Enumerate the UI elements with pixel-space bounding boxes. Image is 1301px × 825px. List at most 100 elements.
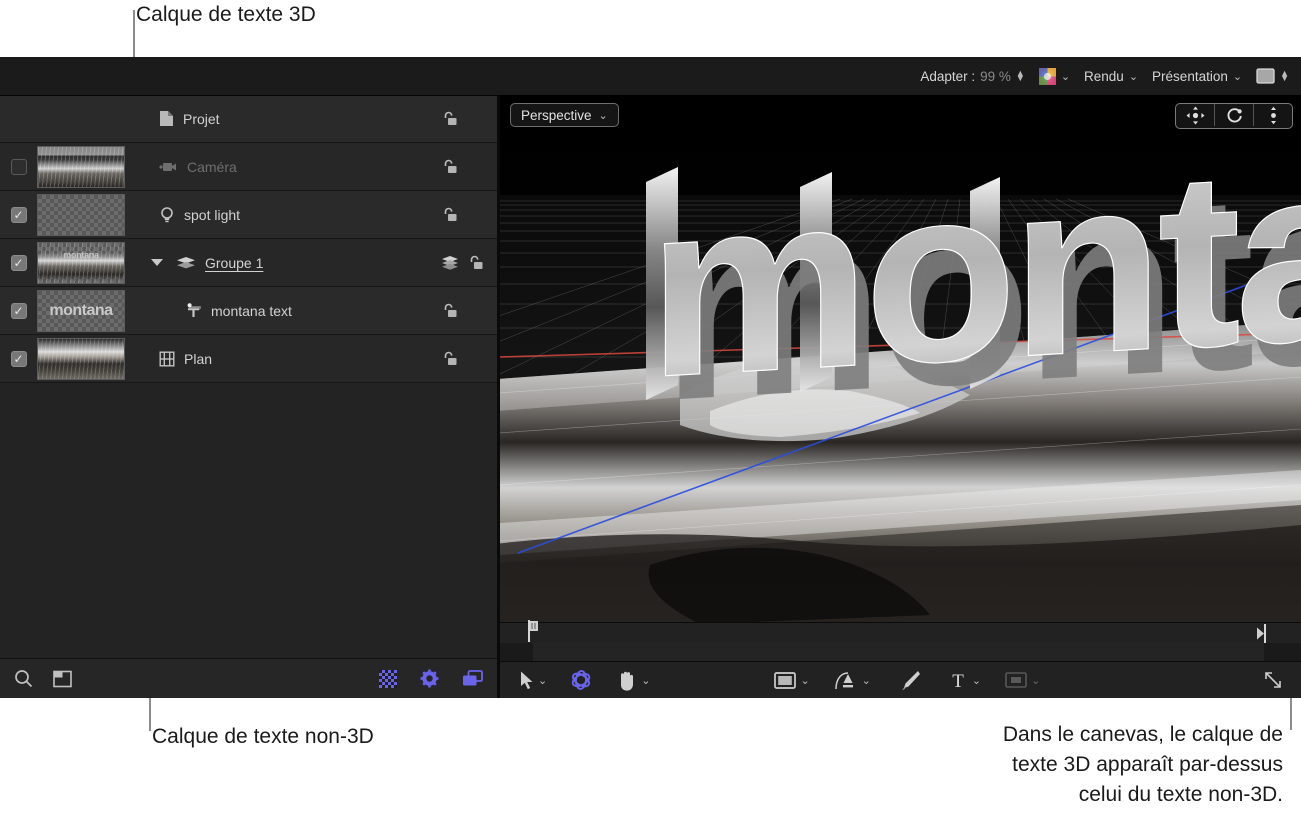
table-row[interactable]: ✓ montana montana text: [0, 287, 497, 335]
chevron-down-icon[interactable]: ⌄: [800, 674, 809, 687]
display-square-icon: [1256, 68, 1275, 84]
row-thumbnail-cell: [37, 145, 141, 188]
paint-stroke-tool[interactable]: [899, 670, 920, 691]
group-stack-icon[interactable]: [441, 255, 459, 270]
text-tool[interactable]: T ⌄: [948, 670, 981, 690]
app-toolbar: Adapter : 99 % ▲ ▼ ⌄ Rendu ⌄ Présentatio…: [0, 57, 1301, 96]
display-layout-control[interactable]: ▲ ▼: [1256, 68, 1289, 84]
chevron-down-icon[interactable]: ⌄: [599, 109, 608, 122]
3d-transform-icon[interactable]: [569, 669, 593, 691]
table-row[interactable]: ✓ spot light: [0, 191, 497, 239]
3d-view-controls[interactable]: [1175, 103, 1293, 129]
show-hide-panel-icon[interactable]: [53, 669, 73, 688]
layer-name-cell[interactable]: montana text: [141, 302, 441, 320]
bezier-pen-tool[interactable]: ⌄: [834, 670, 871, 691]
layer-name-cell[interactable]: Plan: [141, 351, 441, 367]
layer-name-cell[interactable]: spot light: [141, 206, 441, 224]
row-checkbox-cell[interactable]: ✓: [0, 206, 37, 223]
unlock-icon[interactable]: [441, 159, 458, 175]
rectangle-mask-tool[interactable]: ⌄: [774, 671, 810, 689]
zoom-value: 99 %: [980, 68, 1011, 84]
select-tool[interactable]: ⌄: [520, 671, 547, 689]
footer-right-tools: [379, 669, 497, 688]
view-menu[interactable]: Présentation ⌄: [1152, 69, 1242, 84]
chevron-down-icon[interactable]: ⌄: [862, 674, 871, 687]
zoom-stepper[interactable]: ▲ ▼: [1016, 69, 1025, 83]
orbit-3d-icon[interactable]: [1215, 104, 1254, 126]
row-lock-cell[interactable]: [441, 351, 497, 367]
resize-diagonal-icon[interactable]: [1263, 670, 1283, 690]
row-lock-cell[interactable]: [441, 303, 497, 319]
layer-visibility-checkbox[interactable]: ✓: [10, 158, 27, 175]
unlock-icon[interactable]: [467, 255, 484, 271]
clip-icon: [159, 351, 175, 367]
layer-visibility-checkbox[interactable]: ✓: [10, 302, 27, 319]
disclosure-triangle-icon[interactable]: [151, 259, 163, 266]
paint-stroke-icon[interactable]: [899, 670, 920, 691]
color-channel-control[interactable]: ⌄: [1038, 67, 1070, 85]
in-point-marker[interactable]: [525, 620, 541, 647]
row-checkbox-cell[interactable]: ✓: [0, 350, 37, 367]
layer-name-cell[interactable]: Projet: [141, 110, 441, 127]
unlock-icon[interactable]: [441, 303, 458, 319]
row-lock-cell[interactable]: [441, 207, 497, 223]
row-lock-cell[interactable]: [441, 159, 497, 175]
layer-name-text: Plan: [184, 350, 213, 367]
pan-tool[interactable]: ⌄: [617, 670, 650, 691]
layer-thumbnail: [37, 193, 125, 236]
chevron-down-icon[interactable]: ⌄: [1061, 70, 1070, 83]
chevron-down-icon[interactable]: ⌄: [641, 674, 650, 687]
svg-text:T: T: [952, 671, 964, 690]
fit-zoom-control[interactable]: Adapter : 99 % ▲ ▼: [920, 69, 1025, 84]
layer-name-cell[interactable]: Caméra: [141, 159, 441, 175]
timeline-track[interactable]: [500, 623, 1301, 643]
row-lock-cell[interactable]: [441, 255, 497, 271]
chevron-down-icon[interactable]: ⌄: [1031, 674, 1040, 687]
canvas-tools-toolbar: ⌄ ⌄ ⌄ ⌄ T ⌄ ⌄: [500, 662, 1301, 698]
layer-visibility-checkbox[interactable]: ✓: [10, 350, 27, 367]
crop-icon[interactable]: [1005, 672, 1027, 688]
chevron-down-icon[interactable]: ⌄: [1129, 70, 1138, 83]
3d-transform-tool[interactable]: [569, 669, 593, 691]
pan-hand-icon[interactable]: [617, 670, 637, 691]
row-checkbox-cell[interactable]: ✓: [0, 302, 37, 319]
layer-name-cell[interactable]: Groupe 1: [141, 255, 441, 271]
rectangle-mask-icon[interactable]: [774, 671, 797, 689]
layers-list[interactable]: Projet ✓: [0, 95, 497, 659]
bezier-pen-icon[interactable]: [834, 670, 858, 691]
table-row[interactable]: ✓ Caméra: [0, 143, 497, 191]
layer-visibility-checkbox[interactable]: ✓: [10, 254, 27, 271]
camera-icon: [159, 160, 178, 174]
unlock-icon[interactable]: [441, 351, 458, 367]
text-tool-icon[interactable]: T: [948, 670, 968, 690]
layer-visibility-checkbox[interactable]: ✓: [10, 206, 27, 223]
unlock-icon[interactable]: [441, 111, 458, 127]
resize-handle[interactable]: [1263, 670, 1283, 690]
pan-3d-icon[interactable]: [1176, 104, 1215, 126]
search-icon[interactable]: [14, 669, 33, 688]
layer-name-text: Projet: [183, 110, 220, 127]
dolly-3d-icon[interactable]: [1254, 104, 1292, 126]
select-arrow-icon[interactable]: [520, 671, 534, 689]
display-stepper[interactable]: ▲ ▼: [1280, 69, 1289, 83]
row-checkbox-cell[interactable]: ✓: [0, 158, 37, 175]
row-checkbox-cell[interactable]: ✓: [0, 254, 37, 271]
unlock-icon[interactable]: [441, 207, 458, 223]
chevron-down-icon[interactable]: ⌄: [538, 674, 547, 687]
crop-tool[interactable]: ⌄: [1005, 672, 1040, 688]
checkerboard-icon[interactable]: [379, 669, 397, 688]
row-lock-cell[interactable]: [441, 111, 497, 127]
windows-icon[interactable]: [462, 669, 483, 688]
table-row[interactable]: ✓ montana Groupe 1: [0, 239, 497, 287]
layer-name-text: Caméra: [187, 158, 237, 175]
viewer-canvas[interactable]: montana montana Perspective ⌄: [500, 95, 1301, 624]
chevron-down-icon[interactable]: ⌄: [1233, 70, 1242, 83]
gear-icon[interactable]: [420, 669, 439, 688]
table-row[interactable]: Projet: [0, 95, 497, 143]
table-row[interactable]: ✓ Plan: [0, 335, 497, 383]
view-preset-menu[interactable]: Perspective ⌄: [510, 103, 619, 127]
render-menu[interactable]: Rendu ⌄: [1084, 69, 1138, 84]
chevron-down-icon[interactable]: ⌄: [972, 674, 981, 687]
out-point-marker[interactable]: [1255, 624, 1268, 648]
mini-timeline[interactable]: [500, 620, 1301, 662]
